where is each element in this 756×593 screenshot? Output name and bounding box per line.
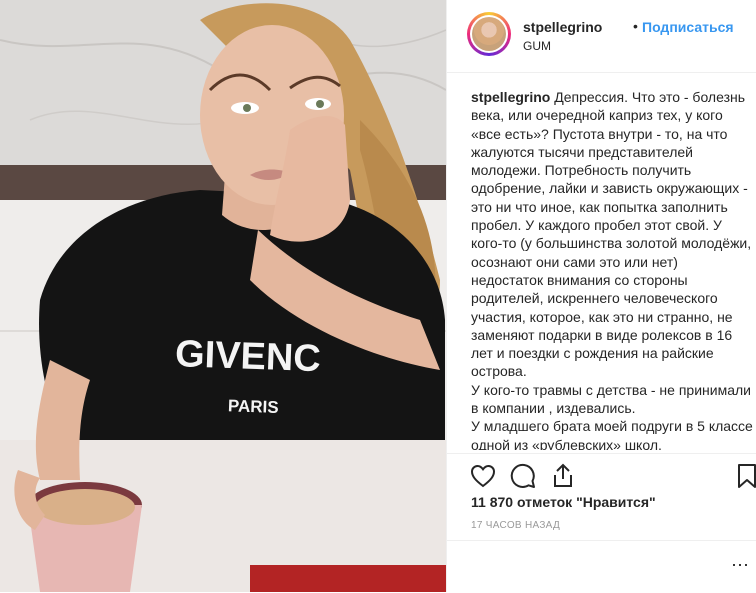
likes-count[interactable]: 11 870 отметок "Нравится" <box>471 494 656 510</box>
caption-paragraph: У кого-то травмы с детства - не принимал… <box>471 381 751 417</box>
caption-paragraph: У младшего брата моей подруги в 5 классе… <box>471 418 753 450</box>
photo-illustration: GIVENC PARIS <box>0 0 446 592</box>
comment-input[interactable] <box>461 551 723 585</box>
post-photo[interactable]: GIVENC PARIS <box>0 0 446 592</box>
avatar[interactable] <box>467 12 511 56</box>
caption-text: Депрессия. Что это - болезнь века, или о… <box>471 89 752 380</box>
comment-icon[interactable] <box>509 462 537 490</box>
avatar-image <box>472 17 506 51</box>
caption-paragraph: stpellegrino Депрессия. Что это - болезн… <box>471 88 753 381</box>
avatar-ring-inner <box>470 15 508 53</box>
shirt-print-brand: GIVENC <box>174 333 321 380</box>
post-side-panel: stpellegrino • Подписаться GUM stpellegr… <box>446 0 756 592</box>
share-icon[interactable] <box>549 462 577 490</box>
comment-bar: ⋯ <box>447 540 756 593</box>
post-timestamp[interactable]: 17 ЧАСОВ НАЗАД <box>471 520 560 531</box>
post-caption: stpellegrino Депрессия. Что это - болезн… <box>471 88 753 450</box>
bookmark-icon[interactable] <box>733 462 756 490</box>
location-link[interactable]: GUM <box>523 39 551 53</box>
post-header: stpellegrino • Подписаться GUM <box>447 0 756 73</box>
shirt-print-city: PARIS <box>228 396 279 417</box>
follow-button[interactable]: Подписаться <box>642 19 734 35</box>
action-bar <box>447 453 756 498</box>
caption-username[interactable]: stpellegrino <box>471 89 550 105</box>
heart-icon[interactable] <box>469 462 497 490</box>
more-icon[interactable]: ⋯ <box>731 555 749 576</box>
author-username[interactable]: stpellegrino <box>523 19 602 35</box>
separator-dot: • <box>633 18 638 34</box>
